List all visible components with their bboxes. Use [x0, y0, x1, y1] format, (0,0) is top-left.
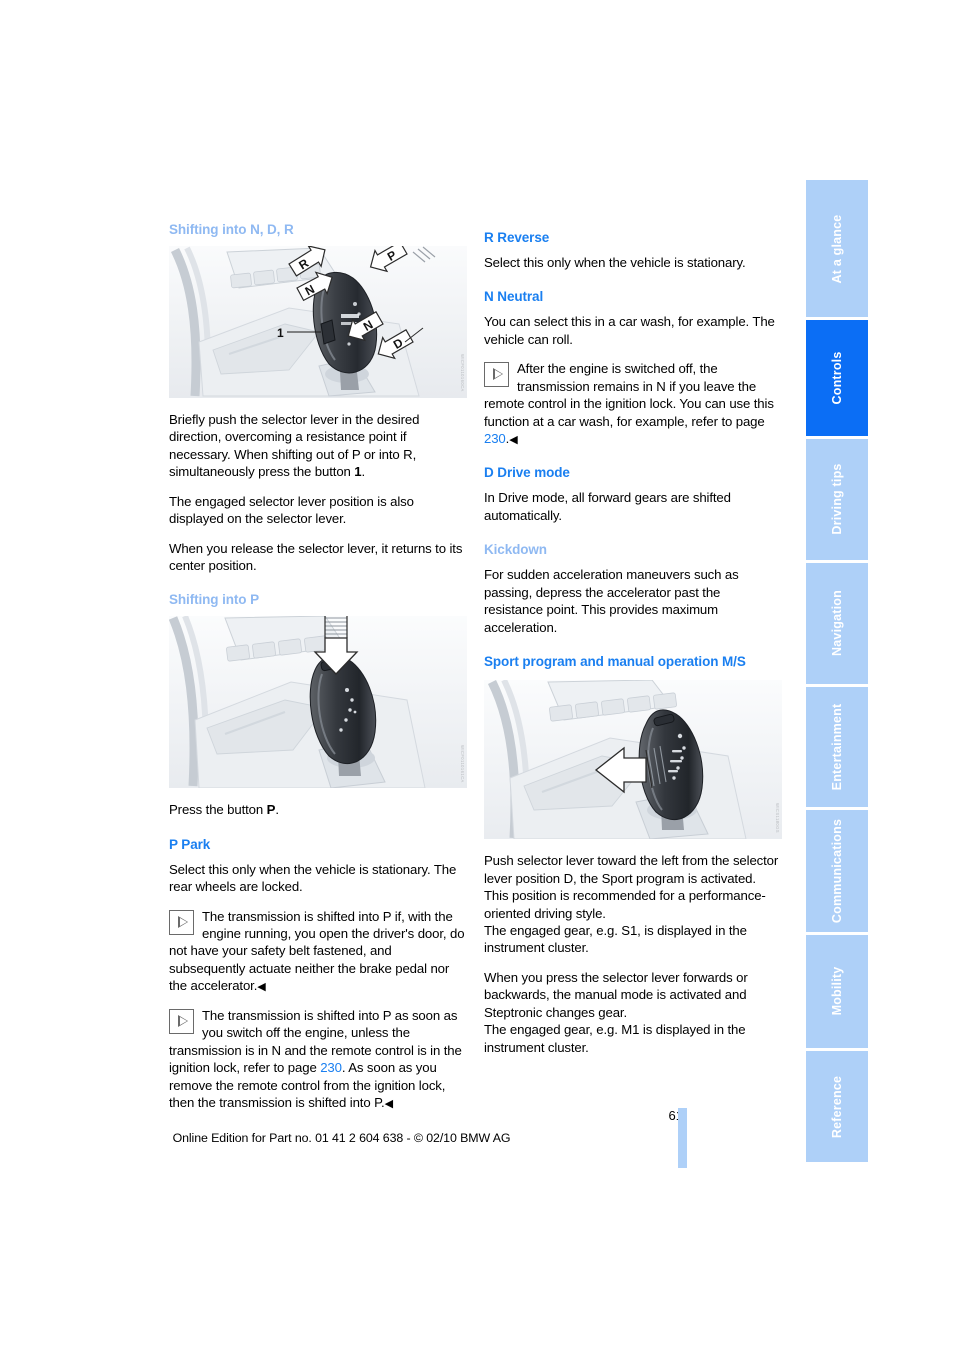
- footer-edition-notice: Online Edition for Part no. 01 41 2 604 …: [172, 1131, 511, 1145]
- paragraph-r-reverse: Select this only when the vehicle is sta…: [484, 255, 746, 270]
- paragraph-sport-push-left: Push selector lever toward the left from…: [484, 853, 779, 921]
- figure-shifting-ndr: 1 R N P N D WICF0110160CA: [169, 246, 467, 398]
- tab-label: Reference: [830, 1075, 844, 1138]
- tab-controls[interactable]: Controls: [806, 320, 868, 436]
- heading-p-park: P Park: [169, 836, 211, 852]
- figure-sport-program-illustration: [484, 680, 782, 840]
- page-reference-link[interactable]: 230: [320, 1060, 342, 1075]
- tab-entertainment[interactable]: Entertainment: [806, 686, 868, 808]
- heading-kickdown: Kickdown: [484, 542, 547, 558]
- tab-navigation[interactable]: Navigation: [806, 563, 868, 684]
- figure-code: WICF0110161CA: [460, 744, 465, 783]
- paragraph-period: .: [275, 802, 279, 818]
- paragraph-period: .: [361, 464, 366, 480]
- tab-label: Communications: [830, 818, 844, 924]
- tab-label: At a glance: [830, 214, 844, 284]
- note-block-n-engine-off: After the engine is switched off, the tr…: [484, 360, 782, 447]
- left-text-column: Shifting into N, D, R 1 R N P N D WICF01…: [169, 222, 467, 1123]
- page-number: 61: [668, 1108, 683, 1123]
- paragraph-n-neutral: You can select this in a car wash, for e…: [484, 314, 775, 347]
- note-text: After the engine is switched off, the tr…: [484, 361, 774, 429]
- paragraph-text: Press the button: [169, 802, 267, 818]
- note-end-mark: ◀: [509, 433, 518, 446]
- section-tab-rail: At a glance Controls Driving tips Naviga…: [806, 180, 868, 1165]
- paragraph-release-returns: When you release the selector lever, it …: [169, 540, 463, 573]
- tab-at-a-glance[interactable]: At a glance: [806, 180, 868, 318]
- note-text: The transmission is shifted into P if, w…: [169, 908, 465, 994]
- tab-reference[interactable]: Reference: [806, 1051, 868, 1163]
- tab-label: Driving tips: [830, 463, 844, 536]
- right-text-column: R Reverse Select this only when the vehi…: [484, 222, 782, 1068]
- heading-r-reverse: R Reverse: [484, 230, 550, 245]
- paragraph-d-drive-mode: In Drive mode, all forward gears are shi…: [484, 490, 731, 523]
- figure-shifting-ndr-illustration: 1 R N P N D: [169, 246, 467, 398]
- note-triangle-icon: [484, 362, 509, 388]
- paragraph-p-park-desc: Select this only when the vehicle is sta…: [169, 861, 457, 895]
- paragraph-kickdown: For sudden acceleration maneuvers such a…: [484, 567, 739, 635]
- paragraph-push-selector: Briefly push the selector lever in the d…: [169, 411, 467, 481]
- paragraph-engaged-gear-m1: The engaged gear, e.g. M1 is displayed i…: [484, 1022, 746, 1055]
- heading-d-drive-mode: D Drive mode: [484, 465, 570, 481]
- paragraph-engaged-gear-s1: The engaged gear, e.g. S1, is displayed …: [484, 923, 747, 956]
- paragraph-press-button-p: Press the button P.: [169, 801, 467, 818]
- figure-code: WICS1180GS: [775, 803, 780, 834]
- tab-communications[interactable]: Communications: [806, 810, 868, 932]
- paragraph-engaged-position: The engaged selector lever position is a…: [169, 493, 414, 527]
- paragraph-manual-mode: When you press the selector lever forwar…: [484, 969, 748, 1020]
- heading-shifting-into-p: Shifting into P: [169, 592, 259, 608]
- page-reference-link[interactable]: 230: [484, 431, 506, 446]
- figure-sport-program: WICS1180GS: [484, 680, 782, 840]
- note-end-mark: ◀: [257, 981, 266, 994]
- button-reference-1: 1: [354, 464, 362, 480]
- note-triangle-icon: [169, 1008, 194, 1034]
- figure-shifting-into-p-illustration: [169, 616, 467, 789]
- heading-n-neutral: N Neutral: [484, 289, 544, 305]
- tab-driving-tips[interactable]: Driving tips: [806, 438, 868, 561]
- paragraph-text: Briefly push the selector lever in the d…: [169, 412, 420, 480]
- tab-mobility[interactable]: Mobility: [806, 934, 868, 1049]
- note-block-p-auto-shift: The transmission is shifted into P if, w…: [169, 908, 467, 995]
- svg-text:1: 1: [277, 326, 284, 340]
- heading-sport-program: Sport program and manual operation M/S: [484, 654, 746, 669]
- note-block-p-engine-off: The transmission is shifted into P as so…: [169, 1007, 467, 1112]
- note-triangle-icon: [169, 909, 194, 935]
- manual-page: At a glance Controls Driving tips Naviga…: [0, 0, 954, 1350]
- figure-shifting-into-p: WICF0110161CA: [169, 616, 467, 789]
- tab-label: Controls: [830, 351, 844, 405]
- tab-label: Mobility: [830, 967, 844, 1016]
- tab-label: Navigation: [830, 590, 844, 657]
- figure-code: WICF0110160CA: [460, 354, 465, 392]
- heading-shifting-into-ndr: Shifting into N, D, R: [169, 222, 294, 237]
- tab-label: Entertainment: [830, 703, 844, 791]
